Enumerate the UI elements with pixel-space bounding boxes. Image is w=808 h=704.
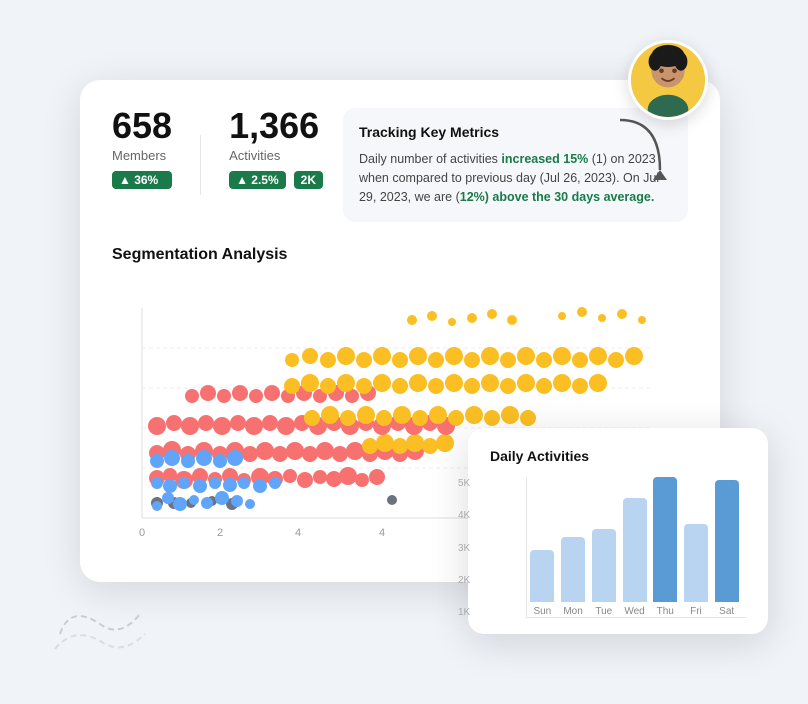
bar-label-tue: Tue	[595, 606, 612, 617]
tracking-text-prefix: Daily number of activities	[359, 152, 501, 166]
bar-chart-wrapper: 5K 4K 3K 2K 1K SunMonTueWedThuFriSat	[490, 478, 746, 618]
tracking-box: Tracking Key Metrics Daily number of act…	[343, 108, 688, 222]
bar-chart: Sun Mon Tue Wed Thu Fri Sat	[526, 478, 746, 618]
bar-label-fri: Fri	[690, 606, 702, 617]
y-label-1k: 1K	[458, 607, 470, 618]
activities-2k: 2K	[294, 171, 323, 189]
activities-badge: ▲ 2.5%	[229, 171, 286, 189]
y-labels: 5K 4K 3K 2K 1K	[458, 478, 470, 618]
members-stat: 658 Members ▲ 36%	[112, 108, 172, 189]
y-label-2k: 2K	[458, 575, 470, 586]
svg-text:2: 2	[217, 527, 223, 539]
bar-thu	[653, 477, 677, 602]
bar-label-wed: Wed	[624, 606, 644, 617]
bar-group-wed: Wed	[619, 498, 650, 617]
members-label: Members	[112, 148, 172, 163]
segmentation-title: Segmentation Analysis	[112, 246, 688, 264]
bar-label-mon: Mon	[563, 606, 582, 617]
activities-number: 1,366	[229, 108, 323, 144]
bar-group-sat: Sat	[711, 480, 742, 617]
bar-tue	[592, 529, 616, 602]
tracking-highlight2: 12%) above the 30 days average.	[460, 190, 655, 204]
bar-group-tue: Tue	[588, 529, 619, 617]
avatar-svg	[631, 40, 705, 120]
y-label-5k: 5K	[458, 478, 470, 489]
activities-label: Activities	[229, 148, 323, 163]
members-badge: ▲ 36%	[112, 171, 172, 189]
bar-fri	[684, 524, 708, 602]
y-label-3k: 3K	[458, 543, 470, 554]
bar-sat	[715, 480, 739, 602]
top-section: 658 Members ▲ 36% 1,366 Activities ▲ 2.5…	[112, 108, 688, 222]
bar-label-sat: Sat	[719, 606, 734, 617]
bar-mon	[561, 537, 585, 602]
bar-sun	[530, 550, 554, 602]
svg-text:4: 4	[295, 527, 301, 539]
bar-group-thu: Thu	[650, 477, 681, 617]
scene: 658 Members ▲ 36% 1,366 Activities ▲ 2.5…	[20, 20, 788, 684]
members-number: 658	[112, 108, 172, 144]
bar-group-sun: Sun	[527, 550, 558, 617]
y-label-4k: 4K	[458, 510, 470, 521]
tracking-title: Tracking Key Metrics	[359, 122, 672, 144]
bar-group-mon: Mon	[558, 537, 589, 617]
bar-group-fri: Fri	[681, 524, 712, 617]
avatar	[628, 40, 708, 120]
tracking-highlight1: increased 15%	[501, 152, 588, 166]
activities-stat: 1,366 Activities ▲ 2.5% 2K	[229, 108, 323, 189]
daily-card: Daily Activities 5K 4K 3K 2K 1K SunMonTu…	[468, 428, 768, 634]
stat-divider	[200, 135, 201, 195]
doodle-svg	[50, 594, 150, 654]
svg-text:4: 4	[379, 527, 385, 539]
activities-badges: ▲ 2.5% 2K	[229, 167, 323, 189]
bar-label-sun: Sun	[533, 606, 551, 617]
daily-title: Daily Activities	[490, 448, 746, 464]
bar-wed	[623, 498, 647, 602]
svg-text:0: 0	[139, 527, 145, 539]
bar-label-thu: Thu	[657, 606, 674, 617]
